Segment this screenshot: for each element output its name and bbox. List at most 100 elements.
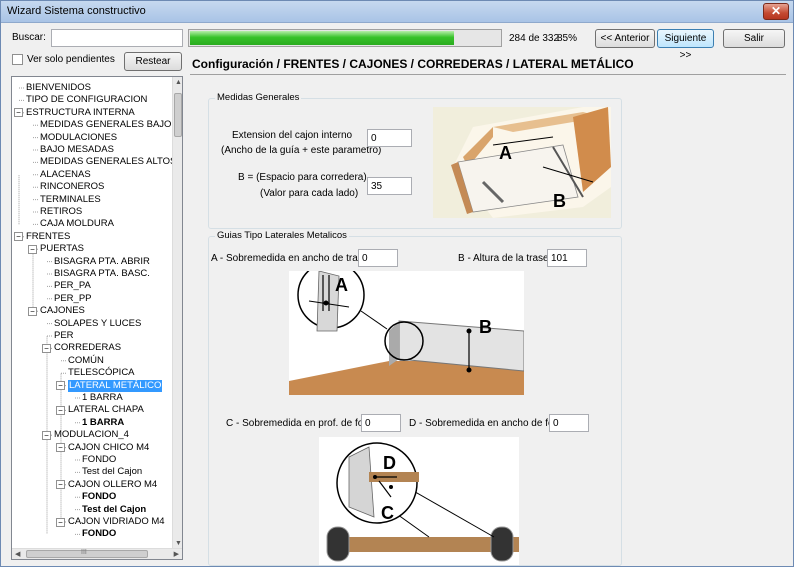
tree-item[interactable]: CAJON VIDRIADO M4 — [68, 516, 165, 528]
tree-item[interactable]: Test del Cajon — [82, 504, 146, 516]
tree-item[interactable]: MODULACIONES — [40, 132, 117, 144]
tree-horizontal-scrollbar[interactable]: ◀ III ▶ — [12, 548, 182, 559]
tree-item[interactable]: PER — [54, 330, 74, 342]
tree-item[interactable]: CAJON CHICO M4 — [68, 442, 149, 454]
pending-label: Ver solo pendientes — [27, 54, 115, 65]
tree-item[interactable]: 1 BARRA — [82, 417, 124, 429]
collapse-icon[interactable]: − — [14, 232, 23, 242]
close-button[interactable]: ✕ — [763, 3, 789, 20]
tree-item[interactable]: RINCONEROS — [40, 181, 104, 193]
drawer-label-b: B — [553, 191, 566, 211]
search-label: Buscar: — [12, 32, 46, 43]
navigation-tree[interactable]: BIENVENIDOS TIPO DE CONFIGURACION ESTRUCTU… — [11, 76, 183, 560]
collapse-icon[interactable]: − — [56, 443, 65, 453]
collapse-icon[interactable]: − — [28, 306, 37, 316]
scroll-right-icon[interactable]: ▶ — [174, 550, 179, 558]
tree-item[interactable]: ALACENAS — [40, 169, 91, 181]
extension-input[interactable] — [367, 129, 412, 147]
tree-item[interactable]: CAJA MOLDURA — [40, 218, 114, 230]
scroll-up-icon[interactable]: ▲ — [175, 79, 182, 86]
tree-item[interactable]: BISAGRA PTA. BASC. — [54, 268, 150, 280]
rear-label-a: A — [335, 275, 348, 295]
title-bar[interactable]: Wizard Sistema constructivo ✕ — [1, 1, 793, 23]
bottom-label-d: D — [383, 453, 396, 473]
progress-fill — [190, 31, 454, 45]
drawer-slide-image: A B — [433, 107, 611, 218]
scroll-left-icon[interactable]: ◀ — [15, 550, 20, 558]
tree-vscroll-thumb[interactable] — [174, 93, 182, 137]
collapse-icon[interactable]: − — [42, 343, 51, 353]
a-sobremedida-input[interactable] — [358, 249, 398, 267]
guias-group-title: Guias Tipo Laterales Metalicos — [215, 230, 349, 241]
progress-percent: 85% — [557, 33, 578, 44]
drawer-label-a: A — [499, 143, 512, 163]
tree-item[interactable]: PUERTAS — [40, 243, 84, 255]
tree-item[interactable]: 1 BARRA — [82, 392, 123, 404]
b-altura-input[interactable] — [547, 249, 587, 267]
tree-item[interactable]: Test del Cajon — [82, 466, 142, 478]
window-title: Wizard Sistema constructivo — [7, 5, 146, 17]
tree-item[interactable]: BIENVENIDOS — [26, 82, 91, 94]
b-space-hint: (Valor para cada lado) — [260, 188, 359, 199]
guias-laterales-group: Guias Tipo Laterales Metalicos A - Sobre… — [208, 230, 622, 566]
extension-label: Extension del cajon interno — [232, 130, 353, 141]
collapse-icon[interactable]: − — [42, 430, 51, 440]
tree-item[interactable]: LATERAL CHAPA — [68, 404, 144, 416]
tree-item[interactable]: CAJONES — [40, 305, 85, 317]
medidas-group-title: Medidas Generales — [215, 92, 302, 103]
c-sobremedida-label: C - Sobremedida en prof. de fondo: — [226, 418, 383, 429]
next-button[interactable]: Siguiente >> — [657, 29, 714, 61]
collapse-icon[interactable]: − — [56, 517, 65, 527]
client-area: Buscar: 284 de 332 85% << Anterior Sigui… — [6, 24, 788, 566]
tree-item[interactable]: RETIROS — [40, 206, 82, 218]
tree-item[interactable]: BAJO MESADAS — [40, 144, 114, 156]
tree-item[interactable]: COMÚN — [68, 355, 104, 367]
collapse-icon[interactable]: − — [56, 480, 65, 490]
tree-item[interactable]: FRENTES — [26, 231, 70, 243]
tree-item[interactable]: FONDO — [82, 491, 116, 503]
collapse-icon[interactable]: − — [14, 108, 23, 118]
rear-panel-image: A B — [289, 261, 525, 395]
tree-item[interactable]: TIPO DE CONFIGURACION — [26, 94, 147, 106]
collapse-icon[interactable]: − — [56, 381, 65, 391]
tree-item[interactable]: FONDO — [82, 528, 116, 540]
bottom-label-c: C — [381, 503, 394, 523]
scroll-grip: III — [81, 549, 87, 556]
d-sobremedida-input[interactable] — [549, 414, 589, 432]
tree-item[interactable]: CORREDERAS — [54, 342, 121, 354]
search-input[interactable] — [51, 29, 183, 47]
wizard-window: Wizard Sistema constructivo ✕ Buscar: 28… — [0, 0, 794, 567]
tree-item[interactable]: TELESCÓPICA — [68, 367, 135, 379]
collapse-icon[interactable]: − — [28, 244, 37, 254]
heading-divider — [190, 74, 786, 75]
tree-item[interactable]: TERMINALES — [40, 194, 101, 206]
tree-item[interactable]: MEDIDAS GENERALES BAJOS — [40, 119, 178, 131]
progress-bar — [188, 29, 502, 47]
tree-vertical-scrollbar[interactable]: ▲ ▼ — [172, 77, 182, 549]
previous-button[interactable]: << Anterior — [595, 29, 655, 48]
close-icon: ✕ — [770, 4, 782, 18]
tree-item[interactable]: FONDO — [82, 454, 116, 466]
page-title: Configuración / FRENTES / CAJONES / CORR… — [192, 57, 634, 71]
extension-hint: (Ancho de la guía + este parametro) — [221, 145, 382, 156]
pending-checkbox[interactable] — [12, 54, 23, 65]
b-space-label: B = (Espacio para corredera) — [238, 172, 367, 183]
tree-item[interactable]: LATERAL METÁLICO — [68, 379, 163, 392]
tree-item[interactable]: SOLAPES Y LUCES — [54, 318, 141, 330]
c-sobremedida-input[interactable] — [361, 414, 401, 432]
tree-item[interactable]: ESTRUCTURA INTERNA — [26, 107, 135, 119]
tree-item[interactable]: PER_PP — [54, 293, 92, 305]
tree-item[interactable]: PER_PA — [54, 280, 91, 292]
scroll-down-icon[interactable]: ▼ — [175, 540, 182, 547]
collapse-icon[interactable]: − — [56, 405, 65, 415]
tree-item[interactable]: CAJON OLLERO M4 — [68, 479, 157, 491]
tree-item[interactable]: MODULACION_4 — [54, 429, 129, 441]
tree-item[interactable]: MEDIDAS GENERALES ALTOS — [40, 156, 176, 168]
progress-count: 284 de 332 — [509, 33, 560, 44]
b-space-input[interactable] — [367, 177, 412, 195]
tree-item[interactable]: BISAGRA PTA. ABRIR — [54, 256, 150, 268]
a-sobremedida-label: A - Sobremedida en ancho de trasera: — [211, 253, 380, 264]
exit-button[interactable]: Salir — [723, 29, 785, 48]
reset-button[interactable]: Restear — [124, 52, 182, 71]
tree-hscroll-thumb[interactable]: III — [26, 549, 148, 558]
